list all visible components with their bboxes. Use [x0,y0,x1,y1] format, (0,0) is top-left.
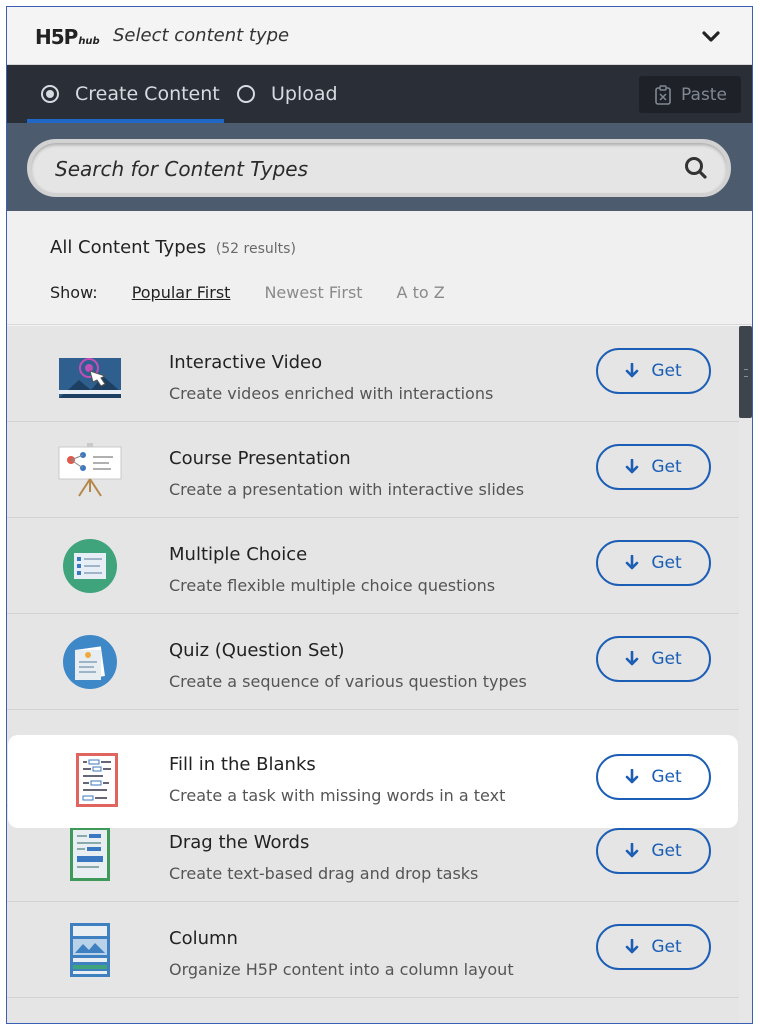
get-button[interactable]: Get [596,636,711,682]
h5p-hub: H5Phub Select content type Create Conten… [6,6,753,1024]
download-arrow-icon [626,363,639,378]
content-type-title: Column [169,928,238,949]
paste-button[interactable]: Paste [639,76,741,113]
download-arrow-icon [626,459,639,474]
search-input[interactable] [55,155,615,183]
download-arrow-icon [626,651,639,666]
clipboard-icon [655,84,671,105]
tab-label: Upload [271,83,338,105]
fill-in-blanks-icon [76,753,118,807]
column-icon [70,923,110,977]
content-type-description: Create a task with missing words in a te… [169,786,506,805]
content-type-description: Create flexible multiple choice question… [169,576,496,595]
interactive-video-icon [59,358,121,398]
sort-options: Show: Popular First Newest First A to Z [50,283,479,302]
download-arrow-icon [626,555,639,570]
list-item-highlighted[interactable]: Fill in the Blanks Create a task with mi… [8,735,738,828]
drag-the-words-icon [70,827,110,881]
list-item[interactable]: Course Presentation Create a presentatio… [7,422,739,518]
hub-header[interactable]: H5Phub Select content type [7,7,752,65]
content-type-description: Create text-based drag and drop tasks [169,864,479,883]
get-button[interactable]: Get [596,828,711,874]
get-button[interactable]: Get [596,348,711,394]
radio-checked-icon [41,85,59,103]
search-icon[interactable] [683,155,709,181]
content-type-list: Interactive Video Create videos enriched… [7,326,739,1023]
content-type-title: Fill in the Blanks [169,754,316,775]
download-arrow-icon [626,769,639,784]
list-item[interactable]: Interactive Video Create videos enriched… [7,326,739,422]
chevron-down-icon[interactable] [701,27,721,47]
scrollbar-track[interactable] [739,326,752,1023]
h5p-hub-logo: H5Phub [35,25,100,49]
content-types-heading: All Content Types (52 results) [50,237,296,258]
get-button[interactable]: Get [596,444,711,490]
content-type-description: Create a sequence of various question ty… [169,672,527,691]
tab-upload[interactable]: Upload [237,65,338,123]
show-label: Show: [50,283,98,302]
content-type-title: Quiz (Question Set) [169,640,345,661]
scrollbar-grip-icon [744,369,748,377]
content-type-title: Course Presentation [169,448,351,469]
sort-newest-first[interactable]: Newest First [264,283,362,302]
list-item[interactable]: Column Organize H5P content into a colum… [7,902,739,998]
results-count: (52 results) [215,241,296,257]
content-type-title: Drag the Words [169,832,310,853]
get-button[interactable]: Get [596,924,711,970]
multiple-choice-icon [63,539,117,593]
search-box [27,139,731,197]
list-item[interactable]: Quiz (Question Set) Create a sequence of… [7,614,739,710]
search-band [7,123,752,211]
sort-popular-first[interactable]: Popular First [132,283,231,302]
question-set-icon [63,635,117,689]
hub-title: Select content type [113,25,290,46]
download-arrow-icon [626,843,639,858]
paste-label: Paste [681,84,727,105]
download-arrow-icon [626,939,639,954]
content-type-description: Create a presentation with interactive s… [169,480,525,499]
course-presentation-icon [58,443,122,497]
tab-label: Create Content [75,83,220,105]
radio-unchecked-icon [237,85,255,103]
content-type-title: Interactive Video [169,352,323,373]
content-type-description: Create videos enriched with interactions [169,384,494,403]
tab-create-content[interactable]: Create Content [41,65,220,123]
get-button[interactable]: Get [596,540,711,586]
get-button[interactable]: Get [596,754,711,800]
content-type-description: Organize H5P content into a column layou… [169,960,514,979]
filter-area: All Content Types (52 results) Show: Pop… [7,211,752,325]
content-type-title: Multiple Choice [169,544,308,565]
list-item[interactable]: Multiple Choice Create flexible multiple… [7,518,739,614]
sort-a-to-z[interactable]: A to Z [397,283,445,302]
